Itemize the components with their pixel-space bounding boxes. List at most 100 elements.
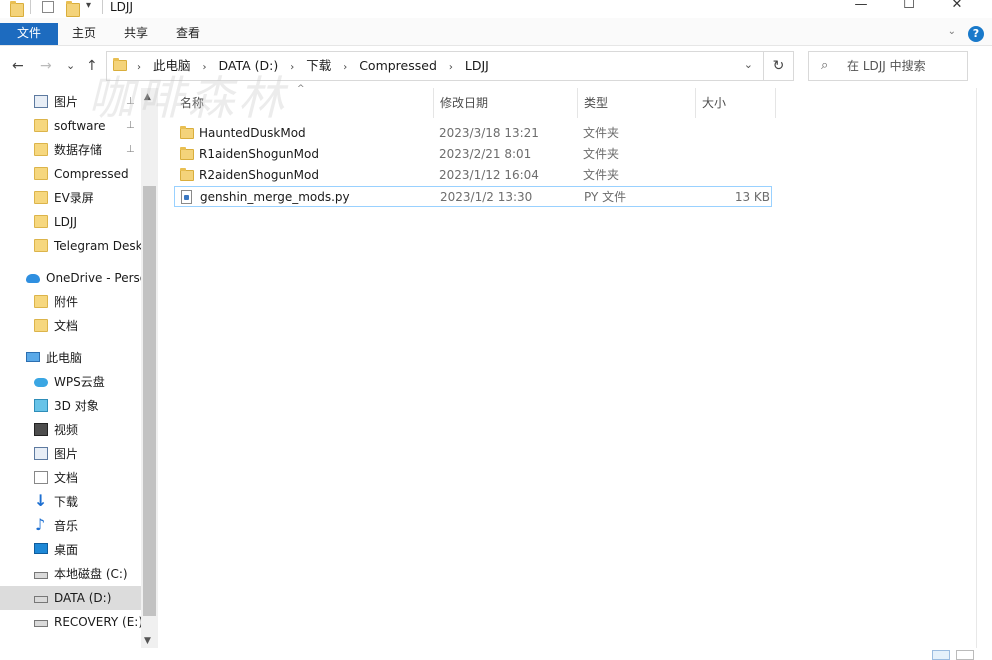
breadcrumb-downloads[interactable]: 下载 — [306, 52, 331, 80]
sidebar-item-label: EV录屏 — [54, 191, 94, 205]
ribbon-expand-icon[interactable]: ⌄ — [948, 26, 956, 37]
breadcrumb-separator[interactable]: › — [343, 54, 347, 82]
navigation-pane: 图片 ⊥ software ⊥ 数据存储 ⊥ Compressed EV录屏 L… — [0, 88, 158, 660]
file-row[interactable]: genshin_merge_mods.py 2023/1/2 13:30 PY … — [174, 186, 772, 207]
file-type: 文件夹 — [583, 147, 620, 161]
window-edge — [976, 88, 992, 660]
sidebar-item-3d-objects[interactable]: 3D 对象 — [0, 394, 141, 418]
tab-view[interactable]: 查看 — [162, 23, 214, 45]
column-size[interactable]: 大小 — [696, 88, 776, 118]
ribbon: 文件 主页 共享 查看 ⌄ ? — [0, 18, 992, 46]
back-button[interactable]: ← — [12, 58, 24, 74]
breadcrumb-separator[interactable]: › — [137, 54, 141, 82]
drive-icon — [34, 620, 48, 627]
up-button[interactable]: ↑ — [86, 58, 98, 74]
recent-locations-button[interactable]: ⌄ — [66, 59, 75, 72]
sidebar-item-videos[interactable]: 视频 — [0, 418, 141, 442]
sidebar-item-data-d[interactable]: DATA (D:) — [0, 586, 141, 610]
wps-cloud-icon — [34, 378, 48, 387]
sidebar-item-ev-recorder[interactable]: EV录屏 — [0, 186, 141, 210]
breadcrumb-separator[interactable]: › — [290, 54, 294, 82]
sidebar-item-compressed[interactable]: Compressed — [0, 162, 141, 186]
sidebar-item-label: WPS云盘 — [54, 375, 105, 389]
breadcrumb-compressed[interactable]: Compressed — [359, 52, 437, 80]
new-folder-icon[interactable] — [66, 1, 80, 17]
file-type: 文件夹 — [583, 126, 620, 140]
minimize-button[interactable]: — — [838, 0, 884, 18]
file-row[interactable]: R1aidenShogunMod 2023/2/21 8:01 文件夹 — [174, 144, 772, 165]
title-bar: ▾ LDJJ — ☐ ✕ — [0, 0, 992, 18]
pin-icon[interactable]: ⊥ — [126, 90, 135, 114]
breadcrumb-ldjj[interactable]: LDJJ — [465, 52, 489, 80]
sidebar-item-onedrive[interactable]: OneDrive - Perso — [0, 266, 141, 290]
sidebar-item-onedrive-documents[interactable]: 文档 — [0, 314, 141, 338]
folder-icon — [180, 147, 194, 160]
navigation-bar: ← → ⌄ ↑ › 此电脑 › DATA (D:) › 下载 › Compres… — [0, 46, 992, 88]
file-row[interactable]: R2aidenShogunMod 2023/1/12 16:04 文件夹 — [174, 165, 772, 186]
pin-icon[interactable]: ⊥ — [126, 138, 135, 162]
file-size: 13 KB — [734, 190, 770, 204]
documents-icon — [34, 471, 48, 484]
sidebar-item-recovery-e[interactable]: RECOVERY (E:) — [0, 610, 141, 634]
search-icon: ⌕ — [821, 58, 829, 73]
sidebar-item-label: 文档 — [54, 471, 79, 485]
folder-icon — [34, 215, 48, 228]
file-date: 2023/1/2 13:30 — [440, 190, 533, 204]
file-row[interactable]: HauntedDuskMod 2023/3/18 13:21 文件夹 — [174, 123, 772, 144]
breadcrumb-this-pc[interactable]: 此电脑 — [153, 52, 191, 80]
scroll-up-icon[interactable]: ▲ — [144, 92, 151, 102]
sidebar-item-label: Telegram Desk — [54, 239, 141, 253]
sidebar-item-this-pc[interactable]: 此电脑 — [0, 346, 141, 370]
sidebar-item-desktop[interactable]: 桌面 — [0, 538, 141, 562]
status-bar — [0, 648, 992, 660]
file-date: 2023/3/18 13:21 — [439, 126, 539, 140]
folder-icon — [34, 167, 48, 180]
search-box[interactable]: ⌕ — [808, 51, 968, 81]
pin-icon[interactable]: ⊥ — [126, 114, 135, 138]
sidebar-item-documents[interactable]: 文档 — [0, 466, 141, 490]
folder-icon — [34, 143, 48, 156]
breadcrumb-data-drive[interactable]: DATA (D:) — [218, 52, 278, 80]
sidebar-item-data-storage[interactable]: 数据存储 ⊥ — [0, 138, 141, 162]
column-name[interactable]: 名称 — [174, 88, 434, 118]
maximize-button[interactable]: ☐ — [886, 0, 932, 18]
scrollbar-thumb[interactable] — [143, 186, 156, 616]
sidebar-scrollbar[interactable]: ▲ ▼ — [141, 88, 158, 660]
tab-home[interactable]: 主页 — [58, 23, 110, 45]
column-type[interactable]: 类型 — [578, 88, 696, 118]
scroll-down-icon[interactable]: ▼ — [144, 636, 151, 646]
sidebar-item-downloads[interactable]: 下载 — [0, 490, 141, 514]
breadcrumb-separator[interactable]: › — [202, 54, 206, 82]
tab-share[interactable]: 共享 — [110, 23, 162, 45]
sidebar-item-pictures[interactable]: 图片 — [0, 442, 141, 466]
column-date-modified[interactable]: 修改日期 — [434, 88, 578, 118]
sidebar-item-label: 此电脑 — [46, 351, 83, 365]
tab-file[interactable]: 文件 — [0, 23, 58, 45]
close-button[interactable]: ✕ — [934, 0, 980, 18]
forward-button[interactable]: → — [40, 58, 52, 74]
refresh-button[interactable]: ↻ — [764, 51, 794, 81]
sidebar-item-attachments[interactable]: 附件 — [0, 290, 141, 314]
address-bar[interactable]: › 此电脑 › DATA (D:) › 下载 › Compressed › LD… — [106, 51, 764, 81]
help-icon[interactable]: ? — [968, 26, 984, 42]
sidebar-item-music[interactable]: 音乐 — [0, 514, 141, 538]
desktop-icon — [34, 543, 48, 554]
sidebar-item-ldjj[interactable]: LDJJ — [0, 210, 141, 234]
customize-quick-access-icon[interactable]: ▾ — [86, 0, 91, 14]
large-icons-view-button[interactable] — [956, 650, 974, 660]
sidebar-item-software[interactable]: software ⊥ — [0, 114, 141, 138]
breadcrumb-separator[interactable]: › — [449, 54, 453, 82]
search-input[interactable] — [847, 57, 965, 75]
sidebar-item-wps-cloud[interactable]: WPS云盘 — [0, 370, 141, 394]
folder-icon — [34, 319, 48, 332]
sidebar-item-label: 数据存储 — [54, 143, 103, 157]
sidebar-item-pictures-quick[interactable]: 图片 ⊥ — [0, 90, 141, 114]
details-view-button[interactable] — [932, 650, 950, 660]
properties-icon[interactable] — [42, 1, 54, 13]
sidebar-item-local-disk-c[interactable]: 本地磁盘 (C:) — [0, 562, 141, 586]
sidebar-item-telegram[interactable]: Telegram Desk — [0, 234, 141, 258]
pictures-icon — [34, 447, 48, 460]
address-dropdown-icon[interactable]: ⌄ — [744, 58, 753, 71]
sidebar-item-label: Compressed — [54, 167, 129, 181]
3d-objects-icon — [34, 399, 48, 412]
